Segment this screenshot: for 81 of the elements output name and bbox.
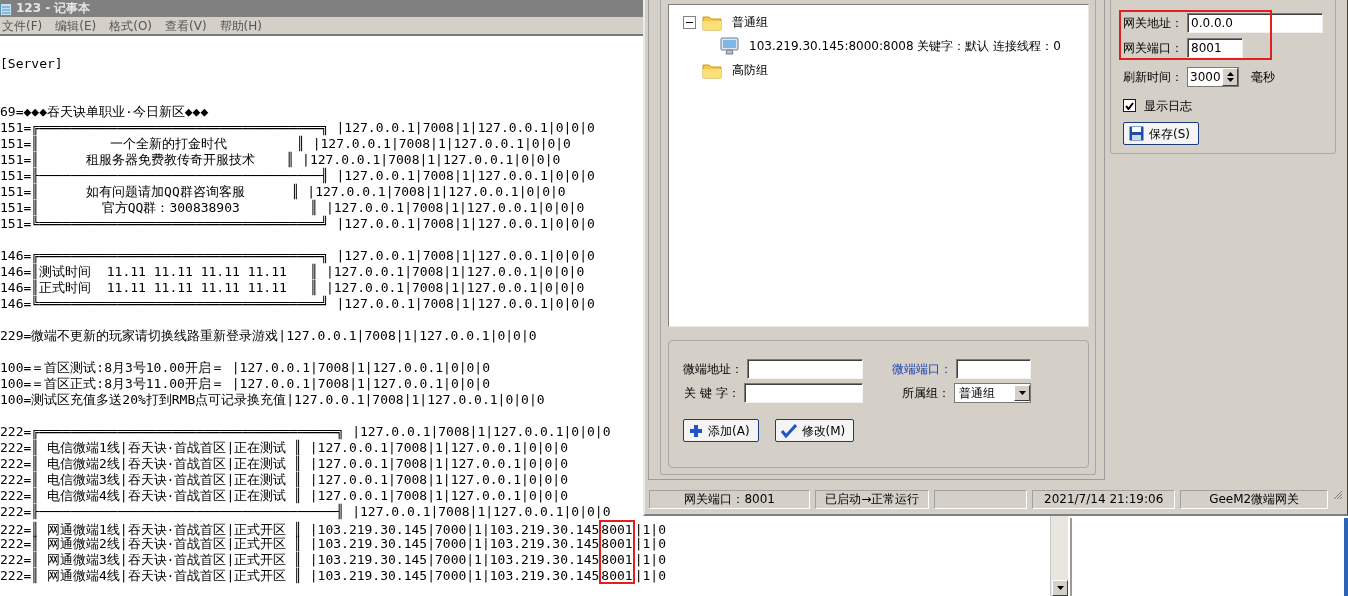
field-label: 网关地址：: [1123, 14, 1183, 32]
add-button[interactable]: 添加(A): [683, 419, 759, 442]
text-line: 151=║ 租服务器免费教传奇开服技术 ║ |127.0.0.1|7008|1|127.0.0.1|0|0|0: [0, 152, 561, 168]
text-line: 151=║ 如有问题请加QQ群咨询客服 ║ |127.0.0.1|7008|1|127.0.0.1|0|0|0: [0, 184, 566, 200]
highlighted-port: 8001: [599, 552, 635, 568]
field-label: 关 键 字：: [684, 385, 740, 402]
text-line: 69=◆◆◆吞天诀单职业·今日新区◆◆◆: [0, 104, 209, 120]
check-icon: [780, 423, 797, 438]
scrollbar[interactable]: [1050, 516, 1068, 596]
highlighted-port: 8001: [599, 568, 635, 584]
text-line: 100=测试区充值多送20%打到RMB点可记录换充值|127.0.0.1|7008|1|127.0.0.1|0|0|0: [0, 392, 545, 408]
menu-item[interactable]: 格式(O): [109, 17, 153, 34]
checkbox-label: 显示日志: [1144, 97, 1192, 115]
menu-item[interactable]: 帮助(H): [219, 17, 262, 34]
field-label: 微端地址：: [683, 361, 743, 378]
collapse-toggle-icon[interactable]: [683, 15, 696, 29]
text-line: |1|0: [634, 568, 666, 583]
plus-icon: [689, 423, 703, 438]
text-line: 222=║ 电信微端1线|吞天诀·首战首区|正在测试 ║ |127.0.0.1|7008|1|127.0.0.1|0|0|0: [0, 440, 569, 456]
text-line: 100=＝首区测试:8月3号10.00开启＝ |127.0.0.1|7008|1|127.0.0.1|0|0|0: [0, 360, 491, 376]
status-text: 2021/7/14 21:19:06: [1031, 490, 1176, 509]
input-field[interactable]: [747, 359, 863, 379]
text-line: |1|0: [634, 536, 666, 551]
dropdown-arrow-icon: [1018, 391, 1026, 395]
text-line: 222=║ 网通微端4线|吞天诀·首战首区|正式开区 ║ |103.219.30.145|7000|1|103.219.30.145: [0, 568, 600, 583]
text-line: 222=║ 电信微端4线|吞天诀·首战首区|正在测试 ║ |127.0.0.1|7008|1|127.0.0.1|0|0|0: [0, 488, 569, 504]
text-line: 146=╔════════════════════════════════════╗ |127.0.0.1|7008|1|127.0.0.1|0|0|0: [0, 248, 595, 264]
tree-item[interactable]: 普通组: [732, 13, 768, 31]
text-line: |1|0: [634, 552, 666, 567]
menu-item[interactable]: 查看(V): [165, 17, 207, 34]
field-label: 所属组：: [902, 385, 950, 402]
up-down-arrows-icon[interactable]: [1226, 70, 1234, 83]
text-line: 146=║测试时间 11.11 11.11 11.11 11.11 ║ |127.0.0.1|7008|1|127.0.0.1|0|0|0: [0, 264, 585, 280]
checkbox[interactable]: [1123, 99, 1136, 112]
text-line: 222=╔══════════════════════════════════════╗ |127.0.0.1|7008|1|127.0.0.1|0|0|0: [0, 424, 611, 440]
text-line: 229=微端不更新的玩家请切换线路重新登录游戏|127.0.0.1|7008|1|127.0.0.1|0|0|0: [0, 328, 537, 344]
edit-button[interactable]: 修改(M): [774, 419, 855, 442]
window-title: 123 - 记事本: [16, 0, 91, 17]
status-text: GeeM2微端网关: [1180, 490, 1328, 509]
status-text: 网关端口：8001: [649, 490, 811, 509]
text-line: 151=╟────────────────────────────────────╢ |127.0.0.1|7008|1|127.0.0.1|0|0|0: [0, 168, 595, 184]
input-field[interactable]: 0.0.0.0: [1187, 12, 1323, 33]
highlighted-port: 8001: [599, 536, 635, 552]
monitor-icon: [720, 37, 739, 55]
field-label: 刷新时间：: [1123, 68, 1183, 86]
input-field[interactable]: [744, 383, 863, 403]
text-line: 222=║ 电信微端3线|吞天诀·首战首区|正在测试 ║ |127.0.0.1|7008|1|127.0.0.1|0|0|0: [0, 472, 569, 488]
text-line: 222=║ 网通微端1线|吞天诀·首战首区|正式开区 ║ |103.219.30.145|7000|1|103.219.30.145: [0, 522, 600, 537]
highlighted-port: 8001: [599, 520, 635, 536]
field-label: 网关端口：: [1123, 39, 1183, 57]
input-field[interactable]: [956, 359, 1031, 379]
folder-icon: [702, 13, 722, 31]
text-line: 222=║ 网通微端2线|吞天诀·首战首区|正式开区 ║ |103.219.30.145|7000|1|103.219.30.145: [0, 536, 600, 551]
unit-label: 毫秒: [1251, 68, 1275, 86]
notepad-icon: [0, 1, 12, 16]
input-field[interactable]: 8001: [1187, 37, 1243, 58]
resize-grip-icon[interactable]: [1333, 490, 1343, 500]
text-line: 222=╟──────────────────────────────────────╢ |127.0.0.1|7008|1|127.0.0.1|0|0|0: [0, 504, 611, 520]
text-line: 151=║ 官方QQ群：300838903 ║ |127.0.0.1|7008|1|127.0.0.1|0|0|0: [0, 200, 585, 216]
text-line: 151=╚════════════════════════════════════╝ |127.0.0.1|7008|1|127.0.0.1|0|0|0: [0, 216, 595, 232]
down-arrow-icon[interactable]: [1056, 586, 1064, 590]
save-button[interactable]: 保存(S): [1123, 122, 1199, 145]
text-line: 222=║ 网通微端3线|吞天诀·首战首区|正式开区 ║ |103.219.30.145|7000|1|103.219.30.145: [0, 552, 600, 567]
menu-item[interactable]: 文件(F): [2, 17, 43, 34]
text-line: [Server]: [0, 56, 63, 72]
text-line: |1|0: [634, 522, 666, 537]
text-line: 151=╔════════════════════════════════════╗ |127.0.0.1|7008|1|127.0.0.1|0|0|0: [0, 120, 595, 136]
group-dropdown[interactable]: 普通组: [954, 383, 1031, 403]
text-line: 146=╚════════════════════════════════════╝ |127.0.0.1|7008|1|127.0.0.1|0|0|0: [0, 296, 595, 312]
text-line: 222=║ 电信微端2线|吞天诀·首战首区|正在测试 ║ |127.0.0.1|7008|1|127.0.0.1|0|0|0: [0, 456, 569, 472]
menu-item[interactable]: 编辑(E): [55, 17, 97, 34]
folder-icon: [702, 61, 722, 79]
tree-item[interactable]: 高防组: [732, 61, 768, 79]
status-text: 已启动→正常运行: [815, 490, 930, 509]
text-line: 146=║正式时间 11.11 11.11 11.11 11.11 ║ |127.0.0.1|7008|1|127.0.0.1|0|0|0: [0, 280, 585, 296]
text-line: 151=║ 一个全新的打金时代 ║ |127.0.0.1|7008|1|127.0.0.1|0|0|0: [0, 136, 571, 152]
checkmark-icon: [1125, 101, 1134, 110]
tree-item[interactable]: 103.219.30.145:8000:8008 关键字：默认 连接线程：0: [749, 37, 1061, 55]
field-label: 微端端口：: [892, 361, 952, 378]
spin-field[interactable]: 3000: [1187, 66, 1239, 87]
text-line: 100=＝首区正式:8月3号11.00开启＝ |127.0.0.1|7008|1|127.0.0.1|0|0|0: [0, 376, 491, 392]
